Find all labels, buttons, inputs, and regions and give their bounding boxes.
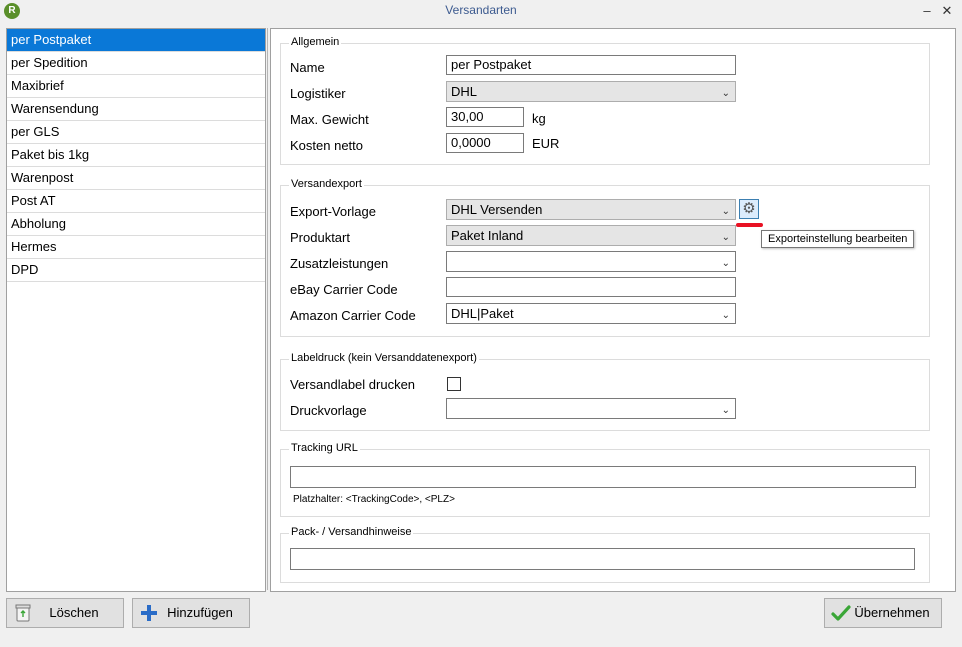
amazon-select[interactable]: DHL|Paket ⌄ (446, 303, 736, 324)
cost-unit: EUR (532, 136, 560, 151)
delete-button-label: Löschen (49, 605, 99, 620)
cost-label: Kosten netto (290, 138, 363, 153)
highlight-mark (736, 223, 763, 227)
list-item[interactable]: Paket bis 1kg (7, 144, 265, 167)
list-item[interactable]: per Spedition (7, 52, 265, 75)
weight-unit: kg (532, 111, 546, 126)
list-item[interactable]: Maxibrief (7, 75, 265, 98)
name-field[interactable]: per Postpaket (446, 55, 736, 75)
list-item[interactable]: DPD (7, 259, 265, 282)
amazon-value: DHL|Paket (451, 306, 514, 321)
label-print-group: Labeldruck (kein Versanddatenexport) Ver… (280, 352, 930, 431)
chevron-down-icon: ⌄ (721, 258, 730, 269)
add-button-label: Hinzufügen (167, 605, 233, 620)
close-button[interactable]: ✕ (938, 2, 956, 20)
extras-label: Zusatzleistungen (290, 256, 389, 271)
splitter[interactable] (267, 28, 268, 590)
name-label: Name (290, 60, 325, 75)
apply-button[interactable]: Übernehmen (824, 598, 942, 628)
details-panel: Allgemein Name per Postpaket Logistiker … (270, 28, 956, 592)
ebay-label: eBay Carrier Code (290, 282, 398, 297)
logistics-label: Logistiker (290, 86, 346, 101)
cost-field[interactable]: 0,0000 (446, 133, 524, 153)
export-template-select[interactable]: DHL Versenden ⌄ (446, 199, 736, 220)
chevron-down-icon: ⌄ (721, 88, 730, 99)
tracking-url-field[interactable] (290, 466, 916, 488)
export-template-label: Export-Vorlage (290, 204, 376, 219)
title-bar: R Versandarten – ✕ (0, 0, 962, 22)
tracking-group: Tracking URL Platzhalter: <TrackingCode>… (280, 442, 930, 517)
minimize-button[interactable]: – (918, 2, 936, 20)
chevron-down-icon: ⌄ (721, 206, 730, 217)
print-label-checkbox[interactable] (447, 377, 461, 391)
list-item[interactable]: Post AT (7, 190, 265, 213)
list-item[interactable]: Hermes (7, 236, 265, 259)
list-item[interactable]: per Postpaket (7, 29, 265, 52)
weight-field[interactable]: 30,00 (446, 107, 524, 127)
window-title: Versandarten (445, 3, 517, 17)
add-button[interactable]: Hinzufügen (132, 598, 250, 628)
ebay-field[interactable] (446, 277, 736, 297)
gear-icon: ⚙ (742, 200, 756, 217)
logistics-select[interactable]: DHL ⌄ (446, 81, 736, 102)
packing-group-title: Pack- / Versandhinweise (289, 526, 414, 538)
extras-select[interactable]: ⌄ (446, 251, 736, 272)
export-settings-button[interactable]: ⚙ (739, 199, 759, 219)
chevron-down-icon: ⌄ (721, 405, 730, 416)
print-template-label: Druckvorlage (290, 403, 367, 418)
product-label: Produktart (290, 230, 350, 245)
list-item[interactable]: Warenpost (7, 167, 265, 190)
delete-button[interactable]: Löschen (6, 598, 124, 628)
chevron-down-icon: ⌄ (721, 310, 730, 321)
tracking-group-title: Tracking URL (289, 442, 360, 454)
export-template-value: DHL Versenden (451, 202, 543, 217)
general-group-title: Allgemein (289, 36, 342, 48)
list-item[interactable]: Warensendung (7, 98, 265, 121)
export-group-title: Versandexport (289, 178, 364, 190)
chevron-down-icon: ⌄ (721, 232, 730, 243)
tracking-hint: Platzhalter: <TrackingCode>, <PLZ> (293, 494, 455, 505)
export-group: Versandexport Export-Vorlage DHL Versend… (280, 178, 930, 337)
packing-group: Pack- / Versandhinweise (280, 526, 930, 583)
apply-button-label: Übernehmen (854, 605, 930, 620)
shipping-method-list: per Postpaket per Spedition Maxibrief Wa… (6, 28, 266, 592)
label-print-group-title: Labeldruck (kein Versanddatenexport) (289, 352, 479, 364)
product-select[interactable]: Paket Inland ⌄ (446, 225, 736, 246)
tooltip: Exporteinstellung bearbeiten (761, 230, 915, 248)
list-item[interactable]: per GLS (7, 121, 265, 144)
amazon-label: Amazon Carrier Code (290, 308, 416, 323)
print-label-text: Versandlabel drucken (290, 377, 416, 392)
general-group: Allgemein Name per Postpaket Logistiker … (280, 36, 930, 165)
logistics-value: DHL (451, 84, 478, 99)
packing-notes-field[interactable] (290, 548, 915, 570)
list-item[interactable]: Abholung (7, 213, 265, 236)
weight-label: Max. Gewicht (290, 112, 369, 127)
print-template-select[interactable]: ⌄ (446, 398, 736, 419)
product-value: Paket Inland (451, 228, 524, 243)
